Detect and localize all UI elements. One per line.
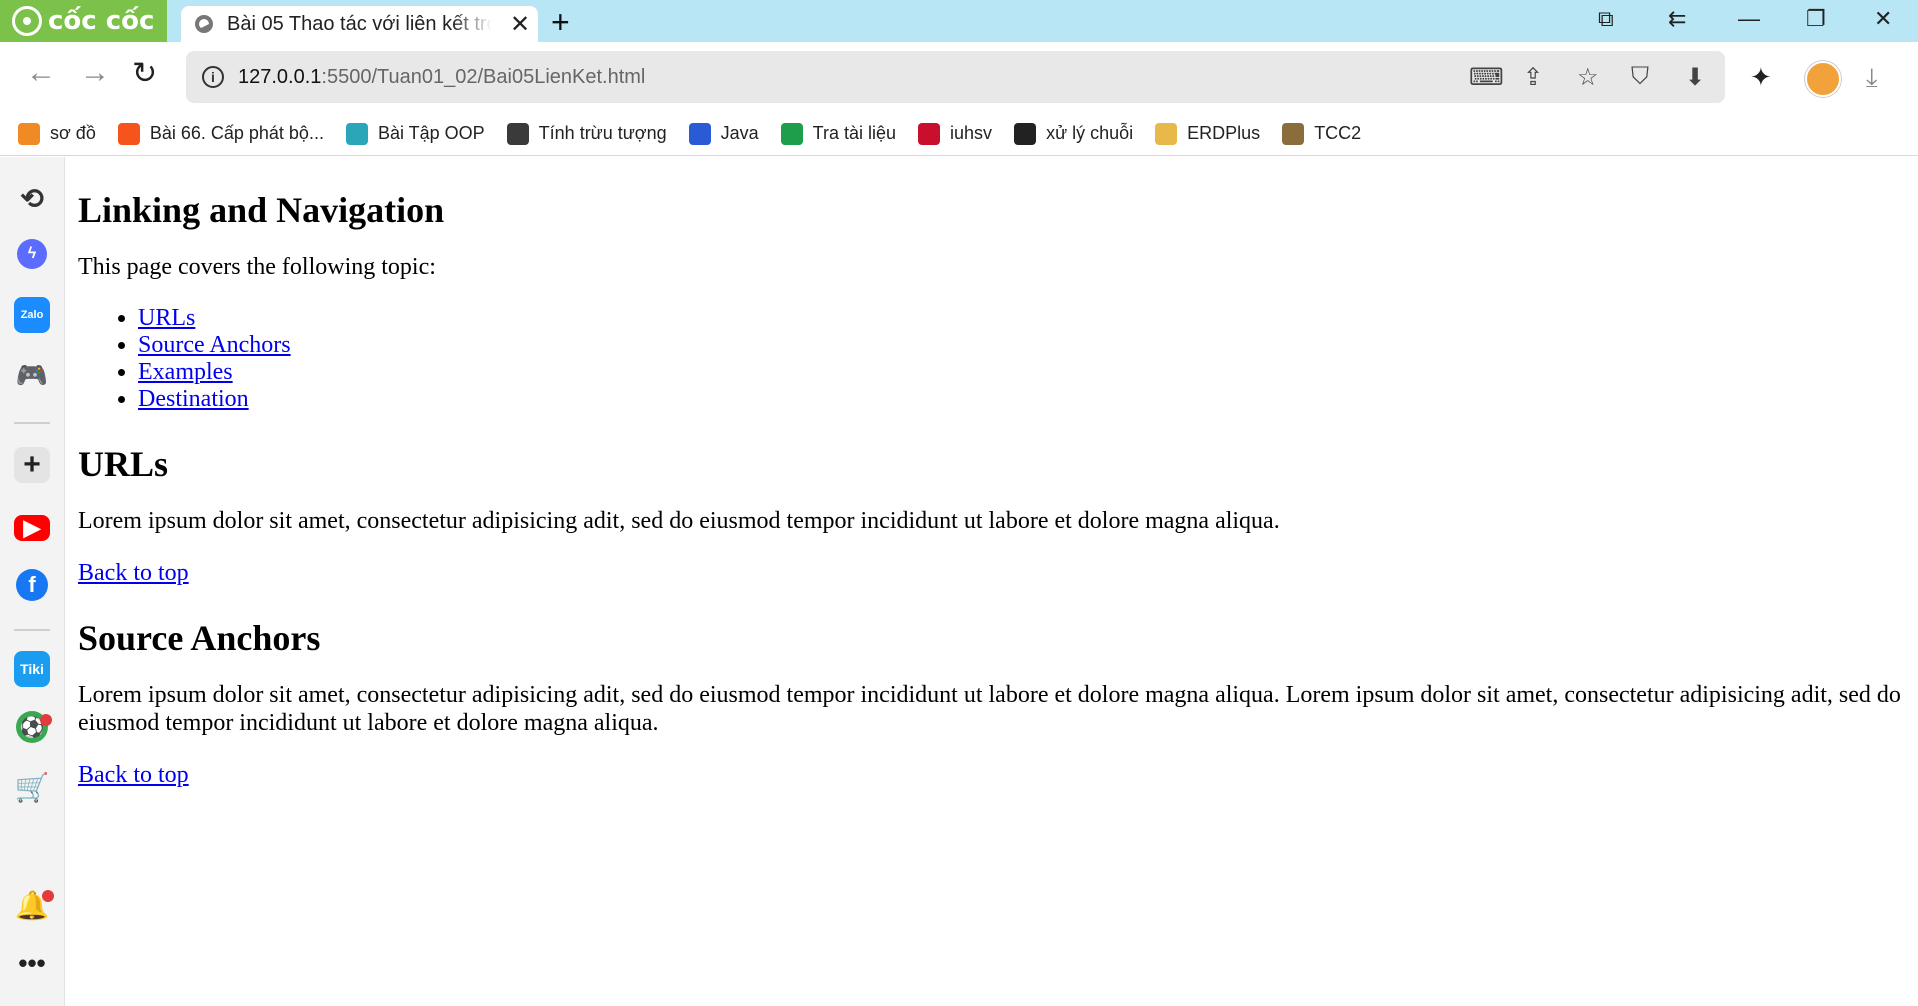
bookmark-item[interactable]: Tra tài liệu	[780, 122, 897, 145]
sidebar-divider	[14, 629, 50, 631]
bookmark-item[interactable]: TCC2	[1282, 122, 1362, 145]
info-icon[interactable]: i	[202, 66, 224, 88]
back-to-top-link[interactable]: Back to top	[78, 560, 189, 586]
coccoc-brand[interactable]: cốc cốc	[0, 0, 167, 42]
toc-link-urls[interactable]: URLs	[138, 305, 195, 331]
minimize-icon[interactable]: —	[1738, 6, 1760, 32]
back-list-icon[interactable]: ⇇	[1668, 6, 1686, 32]
back-to-top-link[interactable]: Back to top	[78, 762, 189, 788]
bookmark-item[interactable]: Tính trừu tượng	[506, 122, 667, 145]
close-tab-icon[interactable]: ✕	[510, 10, 530, 39]
window-close-icon[interactable]: ✕	[1874, 6, 1892, 32]
bookmark-label: sơ đồ	[50, 123, 96, 143]
toc-item: Examples	[138, 359, 1908, 386]
new-tab-icon[interactable]: +	[551, 4, 570, 41]
more-icon[interactable]: •••	[14, 945, 50, 981]
bookmark-favicon-icon	[18, 122, 40, 145]
toc-item: Destination	[138, 386, 1908, 413]
bookmark-favicon-icon	[918, 122, 941, 145]
brand-label: cốc cốc	[48, 6, 155, 36]
bookmark-item[interactable]: xử lý chuỗi	[1014, 122, 1134, 145]
section-text: Lorem ipsum dolor sit amet, consectetur …	[78, 508, 1280, 534]
url-text[interactable]: 127.0.0.1:5500/Tuan01_02/Bai05LienKet.ht…	[238, 66, 645, 89]
bookmark-label: Tính trừu tượng	[538, 123, 667, 143]
bookmark-item[interactable]: Bài Tập OOP	[345, 122, 485, 145]
coccoc-logo-icon	[12, 6, 42, 36]
page-content: Linking and Navigation This page covers …	[78, 157, 1908, 813]
profile-avatar[interactable]	[1805, 61, 1841, 97]
bookmark-label: ERDPlus	[1187, 123, 1261, 143]
notification-dot	[40, 714, 52, 726]
section-text: Lorem ipsum dolor sit amet, consectetur …	[78, 682, 1901, 736]
toc-link-destination[interactable]: Destination	[138, 386, 249, 412]
toc-item: URLs	[138, 305, 1908, 332]
page-title: Linking and Navigation	[78, 190, 445, 230]
shop-icon[interactable]: 🛒	[14, 769, 50, 805]
history-icon[interactable]: ⟲	[14, 180, 50, 216]
table-of-contents: URLs Source Anchors Examples Destination	[78, 305, 1908, 413]
bookmark-label: Bài Tập OOP	[377, 123, 485, 143]
url-host: 127.0.0.1	[238, 65, 322, 88]
toc-link-examples[interactable]: Examples	[138, 359, 233, 385]
tab-search-icon[interactable]: ⧉	[1598, 6, 1614, 32]
bookmark-favicon-icon	[1282, 122, 1305, 145]
bookmark-item[interactable]: sơ đồ	[18, 122, 96, 145]
reload-icon[interactable]: ↻	[132, 56, 157, 91]
facebook-icon[interactable]: f	[16, 569, 48, 601]
address-bar[interactable]: i 127.0.0.1:5500/Tuan01_02/Bai05LienKet.…	[186, 51, 1725, 103]
notification-dot	[42, 890, 54, 902]
title-bar: cốc cốc Bài 05 Thao tác với liên kết tro…	[0, 0, 1918, 42]
bookmark-favicon-icon	[506, 122, 529, 145]
download-arrow-icon[interactable]: ⬇	[1685, 63, 1705, 92]
toc-link-source-anchors[interactable]: Source Anchors	[138, 332, 291, 358]
bookmark-label: TCC2	[1314, 123, 1362, 143]
restore-icon[interactable]: ❐	[1806, 6, 1826, 32]
bookmark-favicon-icon	[1014, 122, 1037, 145]
bookmark-favicon-icon	[1155, 122, 1178, 145]
downloads-icon[interactable]: ⤓	[1866, 62, 1878, 94]
bookmark-favicon-icon	[345, 122, 368, 145]
zalo-icon[interactable]: Zalo	[14, 297, 50, 333]
shield-icon[interactable]: ⛉	[1631, 63, 1649, 91]
messenger-icon[interactable]: ϟ	[17, 239, 47, 269]
extensions-icon[interactable]: ✦	[1750, 62, 1772, 93]
back-icon[interactable]: ←	[26, 56, 56, 90]
bookmark-label: Bài 66. Cấp phát bộ...	[149, 123, 324, 143]
section-heading-source-anchors: Source Anchors	[78, 618, 321, 658]
bookmark-label: Tra tài liệu	[812, 123, 897, 143]
active-tab[interactable]: Bài 05 Thao tác với liên kết trong HTML …	[181, 6, 538, 42]
game-icon[interactable]: 🎮	[14, 357, 50, 393]
forward-icon[interactable]: →	[80, 56, 110, 90]
bookmark-label: Java	[720, 123, 759, 143]
sidebar: ⟲ ϟ Zalo 🎮 + ▶ f Tiki ⚽ 🛒 🔔 •••	[0, 157, 65, 1006]
bookmark-favicon-icon	[688, 122, 711, 145]
bookmark-item[interactable]: ERDPlus	[1155, 122, 1261, 145]
bookmark-label: xử lý chuỗi	[1046, 123, 1134, 143]
globe-icon	[195, 15, 213, 33]
bookmark-item[interactable]: Bài 66. Cấp phát bộ...	[117, 122, 324, 145]
share-icon[interactable]: ⇪	[1523, 63, 1543, 92]
bookmark-item[interactable]: Java	[688, 122, 759, 145]
url-path: :5500/Tuan01_02/Bai05LienKet.html	[321, 65, 646, 88]
tab-title: Bài 05 Thao tác với liên kết trong HTML	[227, 12, 492, 35]
bookmark-favicon-icon	[117, 122, 140, 145]
bookmarks-bar: sơ đồ Bài 66. Cấp phát bộ... Bài Tập OOP Tí…	[0, 112, 1918, 156]
toc-item: Source Anchors	[138, 332, 1908, 359]
tiki-icon[interactable]: Tiki	[14, 651, 50, 687]
intro-text: This page covers the following topic:	[78, 254, 436, 280]
youtube-icon[interactable]: ▶	[14, 515, 50, 541]
section-heading-urls: URLs	[78, 444, 169, 484]
toolbar: ← → ↻ i 127.0.0.1:5500/Tuan01_02/Bai05Li…	[0, 42, 1918, 112]
translate-icon[interactable]: ⌨	[1469, 63, 1504, 92]
bookmark-star-icon[interactable]: ☆	[1577, 63, 1599, 92]
add-icon[interactable]: +	[14, 447, 50, 483]
bookmark-item[interactable]: iuhsv	[918, 122, 993, 145]
bookmark-label: iuhsv	[950, 123, 993, 143]
bookmark-favicon-icon	[780, 122, 803, 145]
sidebar-divider	[14, 422, 50, 424]
